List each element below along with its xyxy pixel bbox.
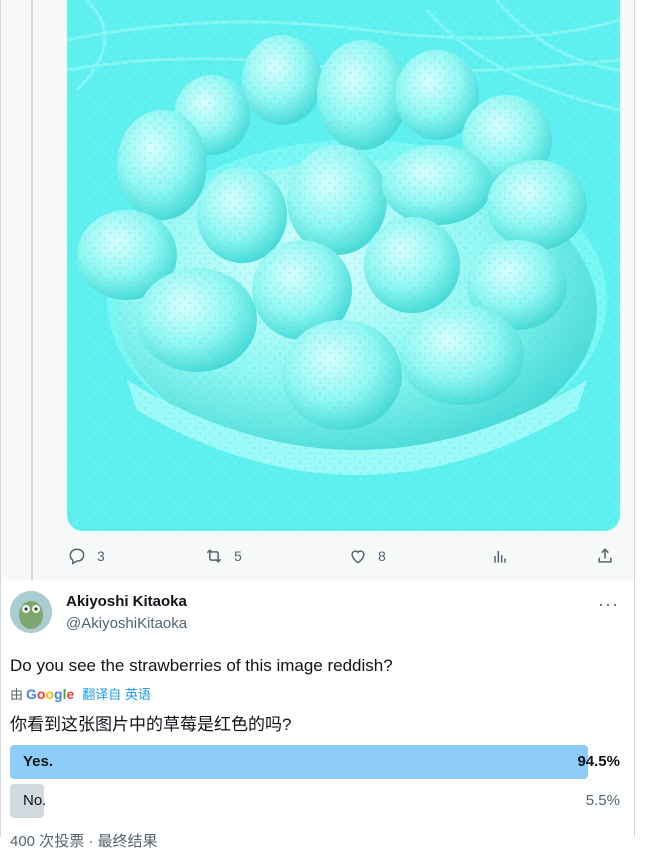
heart-icon (351, 550, 365, 564)
user-handle[interactable]: @AkiyoshiKitaoka (66, 615, 187, 632)
thread-connector-line (31, 0, 33, 585)
display-name[interactable]: Akiyoshi Kitaoka (66, 593, 187, 610)
translate-prefix: 由 (10, 687, 24, 702)
poll-bar-yes (10, 745, 588, 779)
analytics-icon (494, 551, 506, 563)
reply-icon (69, 548, 85, 565)
tweet-text-original: Do you see the strawberries of this imag… (10, 656, 393, 675)
tweet-text-translated: 你看到这张图片中的草莓是红色的吗? (10, 715, 292, 734)
translation-attribution: 由 Google 翻译自 英语 (10, 684, 151, 703)
poll-option-yes: Yes. 94.5% (10, 745, 622, 779)
retweet-icon (206, 549, 222, 563)
poll-option-label: Yes. (23, 753, 54, 770)
like-count: 8 (378, 548, 386, 564)
poll-footer: 400 次投票 · 最终结果 (10, 833, 158, 850)
reply-count: 3 (97, 548, 105, 564)
previous-tweet-card: 3 5 8 (0, 0, 635, 585)
like-button[interactable]: 8 (348, 541, 386, 571)
more-options-icon[interactable]: ··· (598, 594, 619, 615)
reply-button[interactable]: 3 (67, 541, 105, 571)
share-icon (598, 548, 612, 563)
avatar[interactable] (10, 591, 52, 633)
strawberry-tart-image (67, 0, 620, 531)
poll-option-no: No. 5.5% (10, 784, 622, 818)
poll-option-percent: 5.5% (585, 792, 620, 809)
retweet-button[interactable]: 5 (204, 541, 242, 571)
google-logo: Google (26, 685, 75, 702)
share-button[interactable] (595, 541, 615, 571)
avatar-image (10, 591, 52, 633)
tweet-action-bar: 3 5 8 (67, 541, 620, 571)
quoted-tweet: Akiyoshi Kitaoka @AkiyoshiKitaoka ··· Do… (0, 580, 635, 850)
poll-option-label: No. (23, 792, 47, 809)
retweet-count: 5 (234, 548, 242, 564)
views-button[interactable] (490, 541, 510, 571)
translation-link[interactable]: 翻译自 英语 (82, 684, 151, 703)
poll-option-percent: 94.5% (577, 753, 620, 770)
tweet-image[interactable] (67, 0, 620, 531)
